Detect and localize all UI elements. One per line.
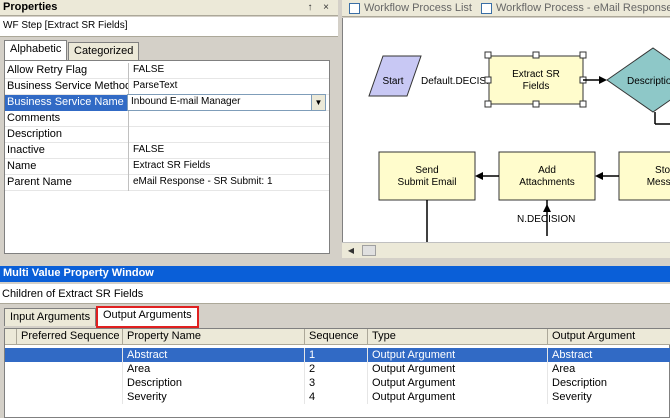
col-sequence[interactable]: Sequence	[305, 329, 368, 345]
store-label-line2: Message	[647, 177, 670, 188]
arguments-table: Preferred Sequence Property Name Sequenc…	[4, 328, 670, 418]
send-label-line2: Submit Email	[398, 177, 457, 188]
property-row[interactable]: Name Extract SR Fields	[5, 159, 329, 175]
document-icon	[349, 3, 360, 14]
property-row[interactable]: Parent Name eMail Response - SR Submit: …	[5, 175, 329, 191]
cell-preferred-sequence	[17, 390, 123, 404]
multi-value-subtitle: Children of Extract SR Fields	[0, 284, 670, 304]
tab-categorized[interactable]: Categorized	[68, 42, 140, 60]
cell-preferred-sequence	[17, 362, 123, 376]
col-type[interactable]: Type	[368, 329, 548, 345]
table-row-selected[interactable]: Abstract 1 Output Argument Abstract	[5, 348, 670, 362]
cell-preferred-sequence	[17, 376, 123, 390]
cell-sequence: 1	[305, 348, 368, 362]
add-attachments-node	[498, 151, 596, 201]
store-message-node	[618, 151, 670, 201]
table-row[interactable]: Area 2 Output Argument Area	[5, 362, 670, 376]
property-key: Comments	[5, 111, 129, 127]
properties-title: Properties	[0, 0, 338, 16]
send-label-line1: Send	[415, 165, 438, 176]
cell-output-argument: Description	[548, 376, 670, 390]
workflow-diagram: Start Default.DECISION Extract SR Fields…	[368, 47, 670, 242]
cell-sequence: 3	[305, 376, 368, 390]
table-row[interactable]: Severity 4 Output Argument Severity	[5, 390, 670, 404]
dropdown-value: Inbound E-mail Manager	[131, 96, 241, 107]
col-output-argument[interactable]: Output Argument	[548, 329, 670, 345]
decision-label: Description	[627, 76, 670, 87]
properties-subtitle: WF Step [Extract SR Fields]	[0, 17, 338, 37]
cell-preferred-sequence	[17, 348, 123, 362]
tab-label: Workflow Process List	[364, 2, 472, 14]
cell-property-name: Area	[123, 362, 305, 376]
property-value	[131, 127, 329, 143]
property-key: Parent Name	[5, 175, 129, 191]
cell-type: Output Argument	[368, 348, 548, 362]
extract-sr-label-line1: Extract SR	[512, 69, 560, 80]
tab-label: Workflow Process - eMail Response	[496, 2, 670, 14]
start-label: Start	[382, 76, 403, 87]
cell-sequence: 4	[305, 390, 368, 404]
tab-workflow-process-email[interactable]: Workflow Process - eMail Response	[478, 0, 670, 17]
property-key: Inactive	[5, 143, 129, 159]
add-label-line1: Add	[538, 165, 556, 176]
property-value: ParseText	[133, 80, 178, 91]
cell-output-argument: Area	[548, 362, 670, 376]
property-value: Extract SR Fields	[133, 160, 211, 171]
document-icon	[481, 3, 492, 14]
property-value: eMail Response - SR Submit: 1	[133, 176, 273, 187]
property-value: FALSE	[133, 144, 165, 155]
property-value: FALSE	[133, 64, 165, 75]
tab-workflow-process-list[interactable]: Workflow Process List	[346, 0, 476, 17]
cell-property-name: Severity	[123, 390, 305, 404]
row-header-corner	[5, 329, 17, 345]
tab-input-arguments[interactable]: Input Arguments	[4, 308, 97, 326]
extract-sr-node	[488, 55, 584, 105]
property-grid: Allow Retry Flag FALSE Business Service …	[4, 60, 330, 254]
property-key: Business Service Method	[5, 79, 129, 95]
pin-icon[interactable]: ↑	[304, 1, 316, 14]
close-icon[interactable]: ×	[320, 1, 332, 14]
cell-type: Output Argument	[368, 376, 548, 390]
table-row[interactable]: Description 3 Output Argument Descriptio…	[5, 376, 670, 390]
scroll-left-icon[interactable]: ◀	[344, 244, 358, 257]
col-preferred-sequence[interactable]: Preferred Sequence	[17, 329, 123, 345]
send-submit-email-node	[378, 151, 476, 201]
multi-value-title: Multi Value Property Window	[0, 266, 670, 282]
scroll-thumb[interactable]	[362, 245, 376, 256]
cell-property-name: Description	[123, 376, 305, 390]
store-label-line1: Store	[655, 165, 670, 176]
property-key: Business Service Name	[5, 95, 129, 111]
chevron-down-icon[interactable]: ▼	[311, 95, 325, 110]
workflow-canvas[interactable]: Start Default.DECISION Extract SR Fields…	[342, 18, 670, 242]
property-key: Description	[5, 127, 129, 143]
tab-alphabetic[interactable]: Alphabetic	[4, 40, 68, 60]
cell-output-argument: Severity	[548, 390, 670, 404]
property-row[interactable]: Comments	[5, 111, 329, 127]
business-service-dropdown[interactable]: Inbound E-mail Manager ▼	[127, 94, 326, 111]
extract-sr-label-line2: Fields	[523, 81, 550, 92]
property-key: Name	[5, 159, 129, 175]
properties-panel: Properties ↑ × WF Step [Extract SR Field…	[0, 0, 338, 262]
horizontal-scrollbar[interactable]: ◀	[342, 242, 670, 258]
workflow-tab-bar: Workflow Process List Workflow Process -…	[342, 0, 670, 17]
tab-output-arguments[interactable]: Output Arguments	[96, 306, 199, 328]
property-row[interactable]: Business Service Method ParseText	[5, 79, 329, 95]
property-row[interactable]: Description	[5, 127, 329, 143]
property-value	[131, 111, 329, 127]
cell-property-name: Abstract	[123, 348, 305, 362]
cell-output-argument: Abstract	[548, 348, 670, 362]
property-key: Allow Retry Flag	[5, 63, 129, 79]
cell-sequence: 2	[305, 362, 368, 376]
add-label-line2: Attachments	[519, 177, 575, 188]
cell-type: Output Argument	[368, 390, 548, 404]
property-row[interactable]: Inactive FALSE	[5, 143, 329, 159]
edge-label-n-decision: N.DECISION	[517, 214, 575, 225]
property-row[interactable]: Allow Retry Flag FALSE	[5, 63, 329, 79]
col-property-name[interactable]: Property Name	[123, 329, 305, 345]
multi-value-tabs: Input Arguments Output Arguments	[0, 305, 670, 328]
cell-type: Output Argument	[368, 362, 548, 376]
